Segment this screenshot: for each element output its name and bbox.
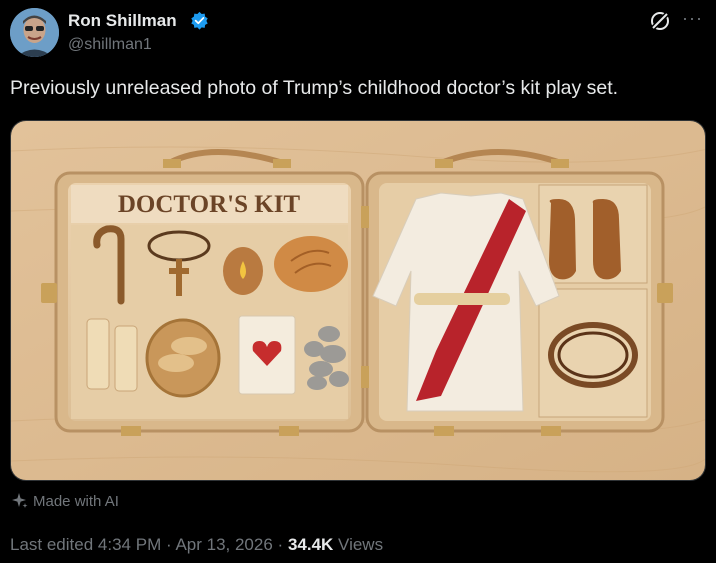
more-icon[interactable]: ··· [682,8,703,29]
meta-separator: · [277,535,284,554]
post-image[interactable]: DOCTOR'S KIT [10,120,706,481]
author-handle[interactable]: @shillman1 [68,36,152,54]
author-name[interactable]: Ron Shillman [68,11,177,31]
post-meta: Last edited 4:34 PM · Apr 13, 2026 · 34.… [10,535,383,555]
post-time[interactable]: 4:34 PM [98,535,161,554]
post-text: Previously unreleased photo of Trump’s c… [10,77,619,99]
made-with-ai-text: Made with AI [33,492,119,510]
meta-separator: · [165,535,172,554]
sparkle-icon [12,493,28,508]
views-label: Views [338,535,384,554]
made-with-ai-label[interactable]: Made with AI [11,492,119,510]
grok-icon[interactable] [648,9,672,33]
edited-prefix[interactable]: Last edited [10,535,93,554]
case-label: DOCTOR'S KIT [118,191,301,218]
views-count: 34.4K [287,535,334,554]
verified-badge-icon [191,11,208,30]
avatar[interactable] [10,8,59,57]
post-date[interactable]: Apr 13, 2026 [175,535,272,554]
